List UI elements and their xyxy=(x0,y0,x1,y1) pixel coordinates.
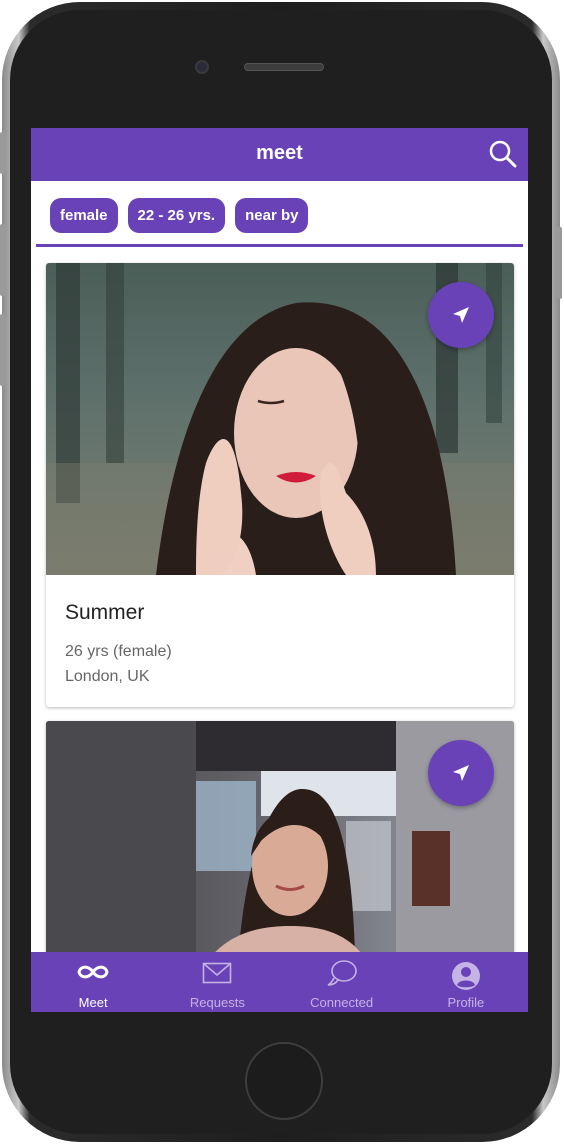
volume-down-button xyxy=(0,314,6,386)
tab-profile[interactable]: Profile xyxy=(404,952,528,1012)
app-bar: meet xyxy=(31,128,528,181)
send-request-button[interactable] xyxy=(428,282,494,348)
tab-label: Connected xyxy=(310,995,374,1010)
envelope-icon xyxy=(203,962,232,984)
earpiece-speaker xyxy=(244,63,324,71)
tab-connected[interactable]: Connected xyxy=(280,952,404,1012)
tab-label: Meet xyxy=(78,995,108,1010)
infinity-icon xyxy=(77,965,109,979)
filter-divider xyxy=(36,244,523,247)
mute-switch xyxy=(0,132,6,174)
tab-meet[interactable]: Meet xyxy=(31,952,155,1012)
power-button xyxy=(556,227,562,299)
bottom-tab-bar: Meet Requests Connected Profile xyxy=(31,952,528,1012)
search-button[interactable] xyxy=(488,139,518,169)
tab-label: Profile xyxy=(447,995,485,1010)
filter-chip-gender[interactable]: female xyxy=(50,198,118,233)
profile-info: Summer 26 yrs (female) London, UK xyxy=(46,575,514,707)
volume-up-button xyxy=(0,224,6,296)
filter-chip-distance[interactable]: near by xyxy=(235,198,309,233)
tab-requests[interactable]: Requests xyxy=(155,952,279,1012)
filter-chip-age[interactable]: 22 - 26 yrs. xyxy=(127,198,226,233)
navigation-arrow-icon xyxy=(453,765,469,781)
front-camera xyxy=(195,60,209,74)
profile-card[interactable]: Summer 26 yrs (female) London, UK xyxy=(46,263,514,707)
home-button[interactable] xyxy=(245,1042,323,1120)
profile-name: Summer xyxy=(65,601,145,624)
search-icon xyxy=(489,140,517,168)
tab-label: Requests xyxy=(189,995,245,1010)
profile-age-gender: 26 yrs (female) xyxy=(65,643,172,660)
filter-chips: female 22 - 26 yrs. near by xyxy=(50,198,309,233)
chat-bubbles-icon xyxy=(327,960,357,986)
send-request-button[interactable] xyxy=(428,740,494,806)
page-title: meet xyxy=(256,142,303,164)
profile-photo xyxy=(46,263,514,575)
user-circle-icon xyxy=(451,962,480,990)
profile-location: London, UK xyxy=(65,668,150,685)
app-screen: meet female 22 - 26 yrs. near by Summer … xyxy=(31,128,528,1012)
navigation-arrow-icon xyxy=(453,307,469,323)
